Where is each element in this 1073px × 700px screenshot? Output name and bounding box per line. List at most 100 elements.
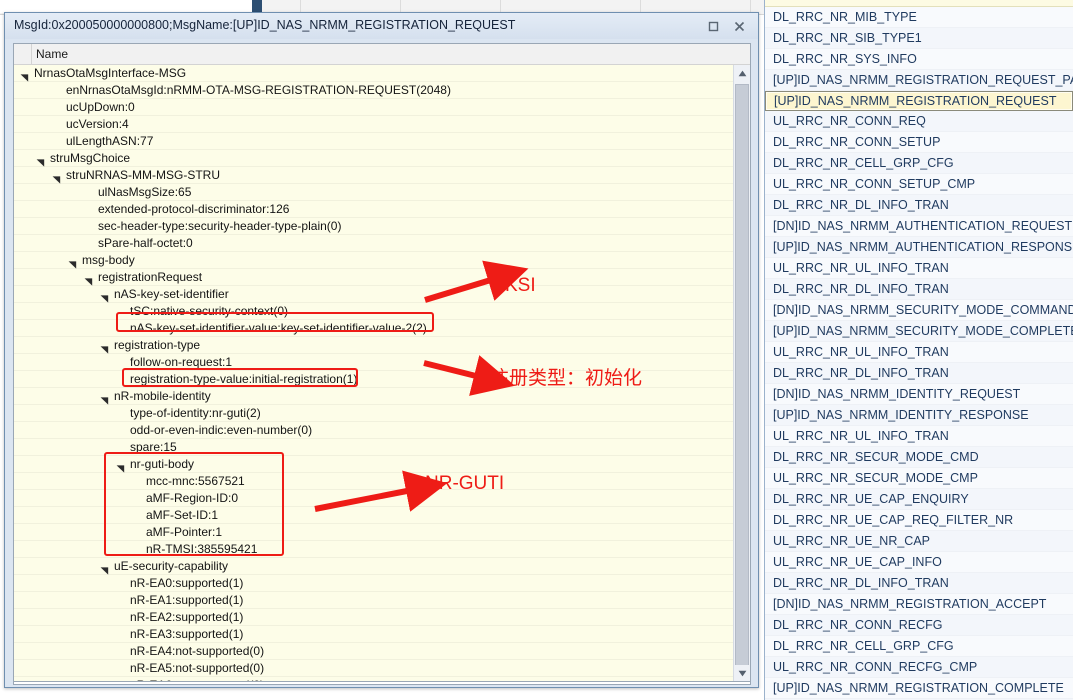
message-detail-dialog[interactable]: MsgId:0x200050000000800;MsgName:[UP]ID_N… xyxy=(4,12,759,688)
expander-expanded-icon[interactable] xyxy=(36,155,45,167)
dialog-bottom-strip xyxy=(13,681,751,685)
message-list-item[interactable]: DL_RRC_NR_DL_INFO_TRAN xyxy=(765,279,1073,300)
message-list-item[interactable]: [DN]ID_NAS_NRMM_REGISTRATION_ACCEPT xyxy=(765,594,1073,615)
tree-node[interactable]: nr-guti-body xyxy=(14,456,733,473)
expander-expanded-icon[interactable] xyxy=(52,172,61,184)
tree-node-label: ulNasMsgSize:65 xyxy=(98,185,192,199)
tree-node[interactable]: aMF-Region-ID:0 xyxy=(14,490,733,507)
tree-node[interactable]: registration-type-value:initial-registra… xyxy=(14,371,733,388)
message-list-item[interactable]: [DN]ID_NAS_NRMM_IDENTITY_REQUEST xyxy=(765,384,1073,405)
tree-node-container[interactable]: NrnasOtaMsgInterface-MSG enNrnasOtaMsgId:… xyxy=(14,65,733,682)
tree-node-label: nR-EA2:supported(1) xyxy=(130,610,244,624)
scroll-down-arrow-icon[interactable] xyxy=(734,665,750,682)
message-list-item[interactable]: DL_RRC_NR_SIB_TYPE1 xyxy=(765,28,1073,49)
message-list-item[interactable]: DL_RRC_NR_SYS_INFO xyxy=(765,49,1073,70)
scroll-up-arrow-icon[interactable] xyxy=(734,65,750,82)
tree-node[interactable]: ucVersion:4 xyxy=(14,116,733,133)
tree-node-label: nR-EA5:not-supported(0) xyxy=(130,661,265,675)
expander-expanded-icon[interactable] xyxy=(100,563,109,575)
tree-node[interactable]: NrnasOtaMsgInterface-MSG xyxy=(14,65,733,82)
tree-node[interactable]: uE-security-capability xyxy=(14,558,733,575)
tree-node[interactable]: aMF-Set-ID:1 xyxy=(14,507,733,524)
tree-node[interactable]: struNRNAS-MM-MSG-STRU xyxy=(14,167,733,184)
message-list-item[interactable]: [UP]ID_NAS_NRMM_AUTHENTICATION_RESPONSE xyxy=(765,237,1073,258)
tree-node[interactable]: nR-EA4:not-supported(0) xyxy=(14,643,733,660)
message-list[interactable]: DL_RRC_NR_MIB_TYPE DL_RRC_NR_SIB_TYPE1 DL_… xyxy=(765,7,1073,700)
message-list-item[interactable]: UL_RRC_NR_UE_NR_CAP xyxy=(765,531,1073,552)
tree-node-label: nR-EA3:supported(1) xyxy=(130,627,244,641)
message-list-item[interactable]: UL_RRC_NR_UL_INFO_TRAN xyxy=(765,258,1073,279)
message-list-item[interactable]: [UP]ID_NAS_NRMM_REGISTRATION_REQUEST_PAR xyxy=(765,70,1073,91)
message-list-item[interactable]: UL_RRC_NR_UE_CAP_INFO xyxy=(765,552,1073,573)
tree-node[interactable]: nR-EA2:supported(1) xyxy=(14,609,733,626)
message-list-item[interactable]: DL_RRC_NR_DL_INFO_TRAN xyxy=(765,573,1073,594)
message-list-panel[interactable]: DL_RRC_NR_MIB_TYPE DL_RRC_NR_SIB_TYPE1 DL_… xyxy=(764,0,1073,700)
message-list-item[interactable]: DL_RRC_NR_CELL_GRP_CFG xyxy=(765,636,1073,657)
tree-node[interactable]: registration-type xyxy=(14,337,733,354)
expander-expanded-icon[interactable] xyxy=(100,291,109,303)
message-list-item[interactable]: [UP]ID_NAS_NRMM_REGISTRATION_COMPLETE xyxy=(765,678,1073,699)
message-list-item[interactable]: DL_RRC_NR_UE_CAP_REQ_FILTER_NR xyxy=(765,510,1073,531)
tree-node[interactable]: enNrnasOtaMsgId:nRMM-OTA-MSG-REGISTRATIO… xyxy=(14,82,733,99)
tree-node-label: NrnasOtaMsgInterface-MSG xyxy=(34,66,187,80)
maximize-icon[interactable] xyxy=(702,16,724,36)
message-list-item[interactable]: UL_RRC_NR_UL_INFO_TRAN xyxy=(765,342,1073,363)
tree-node[interactable]: nR-EA1:supported(1) xyxy=(14,592,733,609)
tree-node[interactable]: sPare-half-octet:0 xyxy=(14,235,733,252)
expander-expanded-icon[interactable] xyxy=(100,393,109,405)
tree-node[interactable]: extended-protocol-discriminator:126 xyxy=(14,201,733,218)
tree-node[interactable]: ulLengthASN:77 xyxy=(14,133,733,150)
tree-node[interactable]: sec-header-type:security-header-type-pla… xyxy=(14,218,733,235)
message-list-item[interactable]: DL_RRC_NR_DL_INFO_TRAN xyxy=(765,363,1073,384)
message-list-item[interactable]: DL_RRC_NR_SECUR_MODE_CMD xyxy=(765,447,1073,468)
message-list-item[interactable]: DL_RRC_NR_UE_CAP_ENQUIRY xyxy=(765,489,1073,510)
tree-node[interactable]: registrationRequest xyxy=(14,269,733,286)
expander-expanded-icon[interactable] xyxy=(100,342,109,354)
tree-node[interactable]: nR-EA5:not-supported(0) xyxy=(14,660,733,677)
expander-expanded-icon[interactable] xyxy=(84,274,93,286)
message-list-item[interactable]: UL_RRC_NR_CONN_SETUP_CMP xyxy=(765,174,1073,195)
message-list-item[interactable]: [DN]ID_NAS_NRMM_SECURITY_MODE_COMMAND xyxy=(765,300,1073,321)
message-list-item[interactable]: DL_RRC_NR_CONN_RECFG xyxy=(765,615,1073,636)
tree-node[interactable]: odd-or-even-indic:even-number(0) xyxy=(14,422,733,439)
message-list-item[interactable]: UL_RRC_NR_CONN_RECFG_CMP xyxy=(765,657,1073,678)
message-list-item[interactable]: UL_RRC_NR_UL_INFO_TRAN xyxy=(765,426,1073,447)
tree-node[interactable]: aMF-Pointer:1 xyxy=(14,524,733,541)
dialog-titlebar[interactable]: MsgId:0x200050000000800;MsgName:[UP]ID_N… xyxy=(5,13,758,39)
tree-node[interactable]: spare:15 xyxy=(14,439,733,456)
message-list-item[interactable]: DL_RRC_NR_CONN_SETUP xyxy=(765,132,1073,153)
tree-node[interactable]: nR-TMSI:385595421 xyxy=(14,541,733,558)
message-list-item-selected[interactable]: [UP]ID_NAS_NRMM_REGISTRATION_REQUEST xyxy=(765,91,1073,111)
tree-node[interactable]: struMsgChoice xyxy=(14,150,733,167)
tree-node-label: aMF-Pointer:1 xyxy=(146,525,223,539)
tree-node[interactable]: follow-on-request:1 xyxy=(14,354,733,371)
tree-node[interactable]: tSC:native-security-context(0) xyxy=(14,303,733,320)
message-list-item[interactable]: DL_RRC_NR_CELL_GRP_CFG xyxy=(765,153,1073,174)
tree-node[interactable]: mcc-mnc:5567521 xyxy=(14,473,733,490)
close-icon[interactable] xyxy=(728,16,750,36)
message-list-item[interactable]: UL_RRC_NR_SECUR_MODE_CMP xyxy=(765,468,1073,489)
tree-node[interactable]: nAS-key-set-identifier-value:key-set-ide… xyxy=(14,320,733,337)
expander-expanded-icon[interactable] xyxy=(20,70,29,82)
message-list-item[interactable]: [UP]ID_NAS_NRMM_SECURITY_MODE_COMPLETE xyxy=(765,321,1073,342)
tree-node-label: mcc-mnc:5567521 xyxy=(146,474,245,488)
tree-node[interactable]: nR-EA3:supported(1) xyxy=(14,626,733,643)
message-list-item[interactable]: DL_RRC_NR_MIB_TYPE xyxy=(765,7,1073,28)
tree-node[interactable]: nR-mobile-identity xyxy=(14,388,733,405)
tree-node[interactable]: msg-body xyxy=(14,252,733,269)
tree-node[interactable]: ucUpDown:0 xyxy=(14,99,733,116)
asn1-tree-view[interactable]: Name NrnasOtaMsgInterface-MSG enNrnasOtaM… xyxy=(13,43,751,683)
message-list-item[interactable]: [UP]ID_NAS_NRMM_IDENTITY_RESPONSE xyxy=(765,405,1073,426)
tree-vertical-scrollbar[interactable] xyxy=(733,65,750,682)
message-list-item[interactable]: [DN]ID_NAS_NRMM_AUTHENTICATION_REQUEST xyxy=(765,216,1073,237)
message-list-item[interactable]: DL_RRC_NR_DL_INFO_TRAN xyxy=(765,195,1073,216)
expander-expanded-icon[interactable] xyxy=(116,461,125,473)
tree-node[interactable]: nR-EA0:supported(1) xyxy=(14,575,733,592)
message-list-item[interactable]: UL_RRC_NR_CONN_REQ xyxy=(765,111,1073,132)
tree-node[interactable]: ulNasMsgSize:65 xyxy=(14,184,733,201)
expander-expanded-icon[interactable] xyxy=(68,257,77,269)
tree-column-header[interactable]: Name xyxy=(14,44,750,65)
scrollbar-thumb[interactable] xyxy=(735,84,749,682)
tree-node[interactable]: type-of-identity:nr-guti(2) xyxy=(14,405,733,422)
tree-node[interactable]: nAS-key-set-identifier xyxy=(14,286,733,303)
